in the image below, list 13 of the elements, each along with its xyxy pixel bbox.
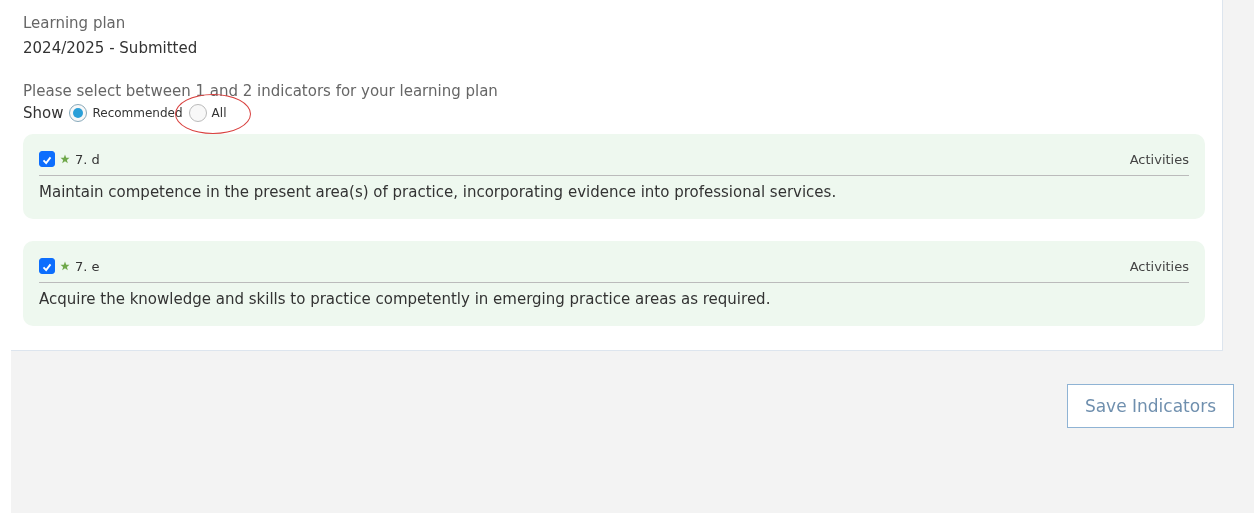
indicator-description: Maintain competence in the present area(s) of practice, incorporating evidence into professional services. [39, 183, 838, 201]
activities-link[interactable]: Activities [1129, 258, 1189, 274]
plan-status: 2024/2025 - Submitted [23, 39, 199, 57]
show-label: Show [23, 104, 64, 122]
indicator-description: Acquire the knowledge and skills to practice competently in emerging practice areas as required. [39, 290, 772, 308]
indicator-code: 7. e [75, 258, 101, 274]
indicator-code: 7. d [75, 151, 101, 167]
radio-option[interactable]: Recommended [69, 104, 183, 122]
radio-option[interactable]: All [188, 104, 227, 122]
checkbox[interactable] [39, 258, 55, 274]
plan-label: Learning plan [23, 14, 127, 32]
checkbox[interactable] [39, 151, 55, 167]
activities-link[interactable]: Activities [1129, 151, 1189, 167]
